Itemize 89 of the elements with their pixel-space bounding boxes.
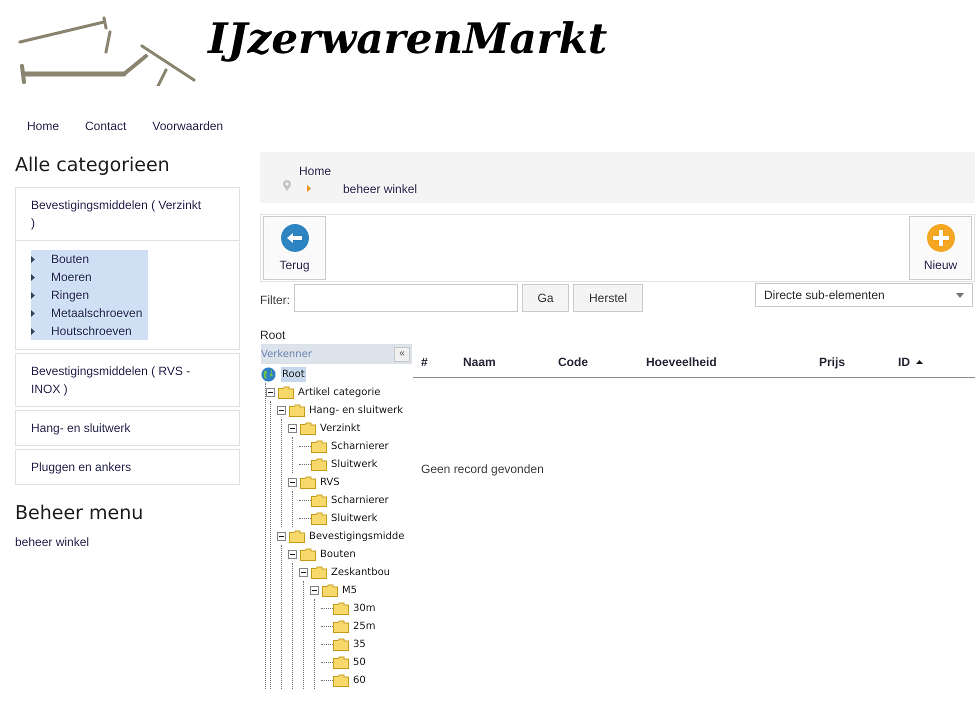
globe-icon bbox=[261, 366, 276, 382]
tree-node-label[interactable]: RVS bbox=[319, 474, 341, 490]
subcategory-link[interactable]: Metaalschroeven bbox=[31, 304, 148, 322]
folder-icon bbox=[300, 422, 316, 434]
column-header[interactable]: Hoeveelheid bbox=[646, 352, 819, 370]
back-button[interactable]: Terug bbox=[263, 216, 326, 280]
tree-node-label[interactable]: M5 bbox=[341, 582, 358, 598]
new-button[interactable]: Nieuw bbox=[909, 216, 972, 280]
collapse-icon[interactable] bbox=[288, 478, 297, 486]
tree-node-label[interactable]: Zeskantbou bbox=[330, 564, 392, 580]
column-header[interactable]: Naam bbox=[463, 352, 558, 370]
bullet-icon bbox=[31, 310, 35, 316]
category-link[interactable]: Bevestigingsmiddelen ( Verzinkt ) bbox=[16, 188, 239, 240]
tree-node-label[interactable]: Artikel categorie bbox=[297, 384, 382, 400]
tree-node-label[interactable]: Verzinkt bbox=[319, 420, 362, 436]
tree-node-label[interactable]: Scharnierer bbox=[330, 492, 390, 508]
dropdown-arrow-icon bbox=[956, 292, 964, 298]
collapse-icon[interactable] bbox=[288, 550, 297, 558]
category-link[interactable]: Bevestigingsmiddelen ( RVS - INOX ) bbox=[16, 354, 239, 406]
category-link[interactable]: Hang- en sluitwerk bbox=[16, 411, 239, 445]
tree-node-label[interactable]: 30m bbox=[352, 600, 376, 616]
empty-message: Geen record gevonden bbox=[421, 461, 545, 478]
folder-icon bbox=[322, 584, 338, 596]
tree-node-label[interactable]: Root bbox=[281, 366, 306, 382]
folder-icon bbox=[289, 530, 305, 542]
column-header[interactable]: ID bbox=[898, 352, 958, 370]
nav-link[interactable]: Contact bbox=[85, 117, 126, 135]
folder-icon bbox=[289, 404, 305, 416]
folder-icon bbox=[311, 458, 327, 470]
scope-dropdown[interactable]: Directe sub-elementen bbox=[755, 283, 973, 307]
folder-icon bbox=[333, 602, 349, 614]
folder-icon bbox=[333, 638, 349, 650]
tree-node-label[interactable]: 60 bbox=[352, 672, 367, 688]
nav-link[interactable]: Voorwaarden bbox=[152, 117, 224, 135]
folder-icon bbox=[333, 656, 349, 668]
filter-label: Filter: bbox=[260, 292, 290, 309]
collapse-icon[interactable] bbox=[266, 388, 275, 396]
folder-icon bbox=[278, 386, 294, 398]
bullet-icon bbox=[31, 328, 35, 334]
bullet-icon bbox=[31, 292, 35, 298]
reset-button[interactable]: Herstel bbox=[573, 284, 643, 312]
admin-link[interactable]: beheer winkel bbox=[15, 533, 240, 551]
collapse-icon[interactable] bbox=[277, 532, 286, 540]
collapse-icon[interactable] bbox=[277, 406, 286, 414]
current-node-label: Root bbox=[260, 328, 286, 342]
tree-node-label[interactable]: Sluitwerk bbox=[330, 510, 378, 526]
explorer-header: Verkenner « bbox=[261, 344, 412, 364]
folder-icon bbox=[300, 476, 316, 488]
column-header[interactable]: # bbox=[421, 352, 463, 370]
tree-node-label[interactable]: Scharnierer bbox=[330, 438, 390, 454]
folder-icon bbox=[311, 512, 327, 524]
tree-node-label[interactable]: Hang- en sluitwerk bbox=[308, 402, 404, 418]
breadcrumb-current: beheer winkel bbox=[343, 181, 418, 198]
nav-link[interactable]: Home bbox=[27, 117, 60, 135]
folder-icon bbox=[311, 566, 327, 578]
folder-icon bbox=[333, 620, 349, 632]
column-header[interactable]: Prijs bbox=[819, 352, 898, 370]
folder-icon bbox=[311, 494, 327, 506]
column-header[interactable]: Code bbox=[558, 352, 646, 370]
filter-field[interactable] bbox=[294, 284, 518, 312]
subcategory-link[interactable]: Ringen bbox=[31, 286, 148, 304]
folder-icon bbox=[311, 440, 327, 452]
tree-node-label[interactable]: Bouten bbox=[319, 546, 357, 562]
collapse-icon[interactable] bbox=[288, 424, 297, 432]
collapse-icon[interactable] bbox=[299, 568, 308, 576]
go-button[interactable]: Ga bbox=[522, 284, 569, 312]
folder-icon bbox=[333, 674, 349, 686]
tree-node-label[interactable]: Bevestigingsmidde bbox=[308, 528, 406, 544]
breadcrumb-link[interactable]: Home bbox=[299, 162, 332, 180]
subcategory-link[interactable]: Bouten bbox=[31, 250, 148, 268]
tree-node-label[interactable]: 35 bbox=[352, 636, 367, 652]
caret-icon bbox=[307, 185, 311, 192]
tree-node-label[interactable]: 50 bbox=[352, 654, 367, 670]
subcategory-link[interactable]: Houtschroeven bbox=[31, 322, 148, 340]
folder-icon bbox=[300, 548, 316, 560]
admin-menu-title: Beheer menu bbox=[15, 502, 144, 524]
collapse-panel-button[interactable]: « bbox=[394, 346, 410, 362]
plus-icon bbox=[926, 223, 956, 253]
sort-ascending-icon bbox=[916, 360, 923, 364]
tree-node-label[interactable]: 25m bbox=[352, 618, 376, 634]
map-pin-icon bbox=[283, 180, 291, 191]
bullet-icon bbox=[31, 256, 35, 262]
tree-node-label[interactable]: Sluitwerk bbox=[330, 456, 378, 472]
site-title: IJzerwarenMarkt bbox=[208, 18, 608, 60]
subcategory-link[interactable]: Moeren bbox=[31, 268, 148, 286]
bullet-icon bbox=[31, 274, 35, 280]
sidebar-title: Alle categorieen bbox=[15, 154, 171, 176]
collapse-icon[interactable] bbox=[310, 586, 319, 594]
category-link[interactable]: Pluggen en ankers bbox=[16, 450, 239, 484]
